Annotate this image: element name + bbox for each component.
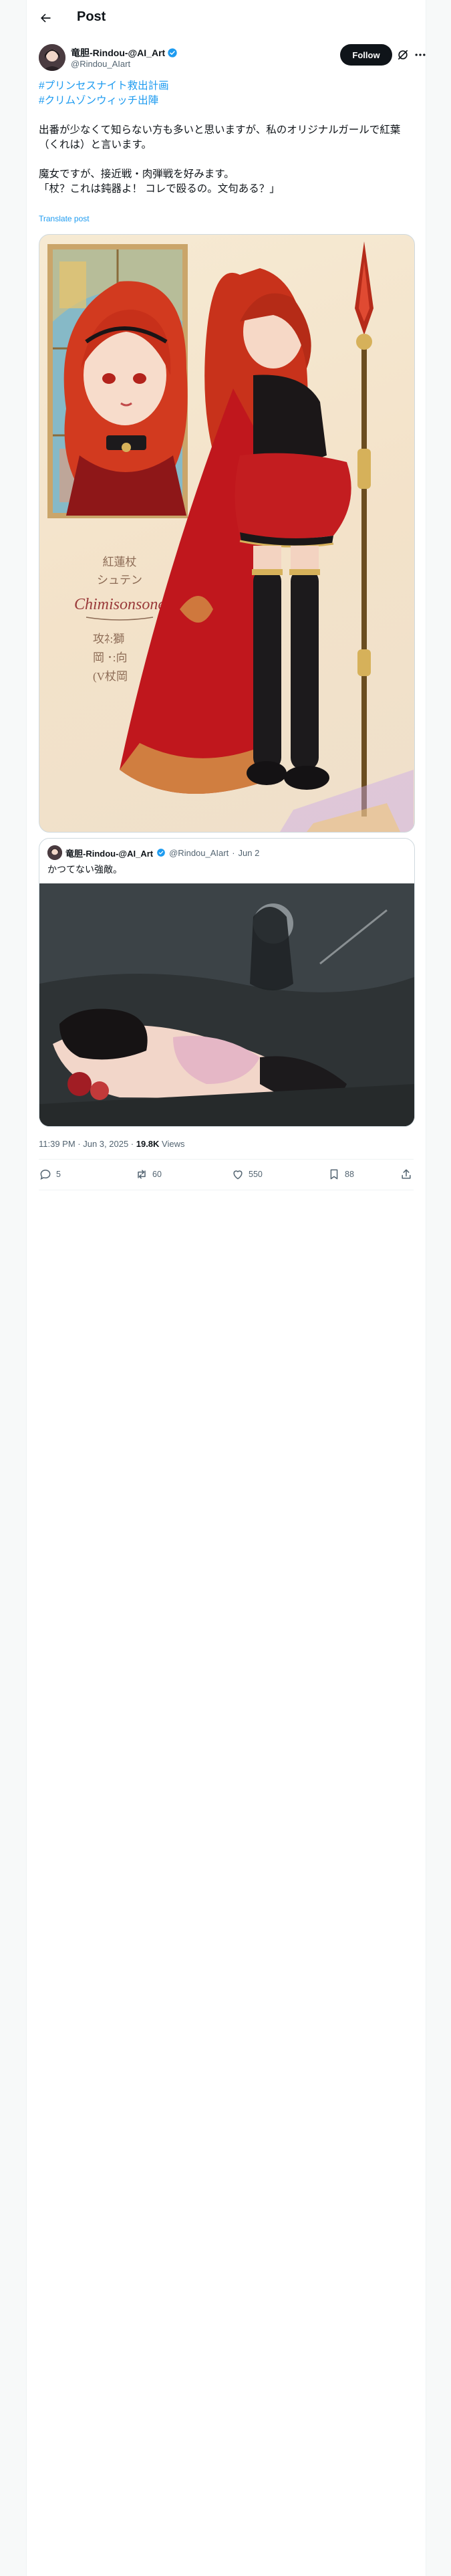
main-column: Post 竜胆-Rindou-@AI_Art @Rindou_AIart Fol… (26, 0, 426, 2576)
more-options-icon[interactable] (414, 48, 427, 62)
bookmark-button[interactable]: 88 (327, 1168, 354, 1181)
share-icon (402, 1169, 411, 1179)
like-button[interactable]: 550 (231, 1168, 263, 1181)
bookmark-count: 88 (345, 1170, 354, 1179)
author-handle[interactable]: @Rindou_AIart (71, 59, 130, 69)
back-button[interactable] (36, 9, 55, 27)
author-name[interactable]: 竜胆-Rindou-@AI_Art (71, 46, 165, 60)
reply-button[interactable]: 5 (39, 1168, 61, 1181)
avatar[interactable] (39, 44, 65, 71)
views-count: 19.8K (136, 1139, 160, 1149)
overlay-text: (V杖岡 (93, 670, 128, 683)
repost-button[interactable]: 60 (135, 1168, 162, 1181)
views-label: Views (159, 1139, 185, 1149)
overlay-text: 攻ﾈ:獅 (93, 633, 124, 645)
grok-icon[interactable] (396, 48, 410, 62)
hashtag-link[interactable]: #プリンセスナイト救出計画 (39, 79, 414, 94)
overlay-text: シュテン (97, 574, 142, 586)
quote-image[interactable] (39, 883, 414, 1126)
post-paragraph: 魔女ですが、接近戦・肉弾戦を好みます。 (39, 169, 235, 180)
overlay-text: 岡 ･:向 (93, 651, 127, 664)
share-button[interactable] (400, 1168, 413, 1181)
verified-badge-icon (157, 849, 165, 857)
quote-author-name: 竜胆-Rindou-@AI_Art (65, 848, 154, 859)
overlay-text: 紅蓮杖 (103, 556, 137, 568)
illustration: 紅蓮杖 シュテン Chimisonsone 攻ﾈ:獅 岡 ･:向 (V杖岡 (47, 241, 414, 832)
quote-author-handle: @Rindou_AIart (169, 847, 229, 858)
divider (39, 1159, 414, 1160)
quote-date: Jun 2 (238, 847, 260, 858)
verified-badge-icon (168, 48, 177, 58)
translate-post-link[interactable]: Translate post (39, 214, 90, 223)
quote-text: かつてない強敵。 (47, 864, 122, 875)
quote-avatar (47, 845, 62, 860)
author-row: 竜胆-Rindou-@AI_Art @Rindou_AIart Follow (39, 44, 426, 74)
post-text: #プリンセスナイト救出計画 #クリムゾンウィッチ出陣 出番が少なくて知らない方も… (39, 79, 414, 197)
post-meta: 11:39 PM · Jun 3, 2025 · 19.8K Views (39, 1139, 185, 1149)
repost-icon (138, 1170, 146, 1179)
reply-count: 5 (56, 1170, 61, 1179)
repost-count: 60 (152, 1170, 162, 1179)
post-actions: 5 60 550 88 (39, 1162, 414, 1188)
bookmark-icon (330, 1169, 338, 1180)
post-image[interactable]: 紅蓮杖 シュテン Chimisonsone 攻ﾈ:獅 岡 ･:向 (V杖岡 (39, 234, 415, 833)
post-paragraph: 「杖？これは鈍器よ！ コレで殴るの。文句ある？」 (39, 183, 280, 195)
like-count: 550 (249, 1170, 263, 1179)
post-timestamp[interactable]: 11:39 PM · Jun 3, 2025 · (39, 1139, 136, 1149)
follow-button[interactable]: Follow (340, 44, 392, 66)
page-header: Post (27, 0, 426, 35)
reply-icon (40, 1169, 51, 1180)
page-title: Post (77, 9, 106, 24)
post-paragraph: 出番が少なくて知らない方も多いと思いますが、私のオリジナルガールで紅葉（くれは）… (39, 124, 401, 150)
quoted-post[interactable]: 竜胆-Rindou-@AI_Art @Rindou_AIart · Jun 2 … (39, 838, 415, 1127)
heart-icon (233, 1170, 243, 1180)
overlay-script-text: Chimisonsone (74, 596, 165, 613)
arrow-left-icon (41, 13, 51, 23)
hashtag-link[interactable]: #クリムゾンウィッチ出陣 (39, 94, 414, 108)
